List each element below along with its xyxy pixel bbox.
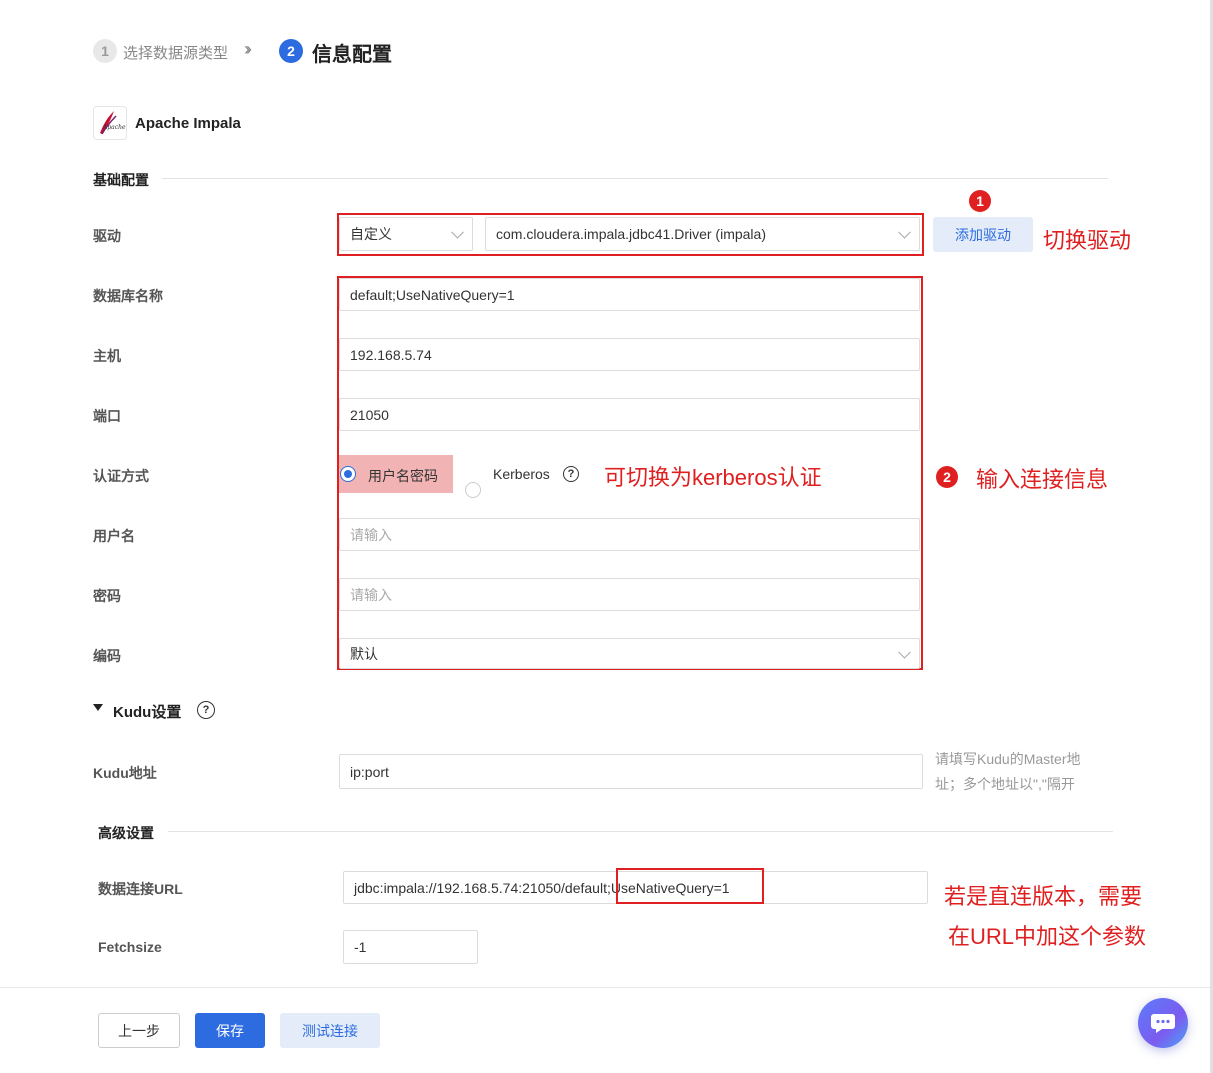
host-input[interactable]: 192.168.5.74 <box>339 338 920 371</box>
auth-method-label: 认证方式 <box>93 468 149 484</box>
fetchsize-value: -1 <box>354 939 367 955</box>
chat-assistant-icon[interactable] <box>1138 998 1188 1048</box>
auth-password-radio[interactable] <box>340 466 356 482</box>
encoding-value: 默认 <box>350 645 378 662</box>
url-param-annotation-box <box>616 868 764 904</box>
username-placeholder: 请输入 <box>350 526 392 543</box>
auth-kerberos-radio[interactable] <box>465 482 481 498</box>
step-2-label: 信息配置 <box>312 44 392 66</box>
password-placeholder: 请输入 <box>350 586 392 603</box>
caret-down-icon[interactable] <box>93 704 103 711</box>
fetchsize-label: Fetchsize <box>98 939 162 955</box>
input-info-annotation: 输入连接信息 <box>976 467 1109 492</box>
svg-text:Apache: Apache <box>102 124 126 131</box>
username-label: 用户名 <box>93 528 135 544</box>
basic-config-title: 基础配置 <box>93 172 149 188</box>
test-connection-button[interactable]: 测试连接 <box>280 1013 380 1048</box>
direct-version-annotation-2: 在URL中加这个参数 <box>948 924 1147 949</box>
chevron-down-icon <box>898 645 911 659</box>
kudu-settings-title[interactable]: Kudu设置 <box>113 701 181 722</box>
add-driver-button[interactable]: 添加驱动 <box>933 217 1033 252</box>
kudu-address-hint-2: 址；多个地址以","隔开 <box>935 776 1075 792</box>
port-input[interactable]: 21050 <box>339 398 920 431</box>
auth-password-label[interactable]: 用户名密码 <box>368 466 438 486</box>
password-input[interactable]: 请输入 <box>339 578 920 611</box>
password-label: 密码 <box>93 588 121 604</box>
direct-version-annotation-1: 若是直连版本，需要 <box>944 884 1143 909</box>
host-label: 主机 <box>93 348 121 364</box>
kerberos-annotation: 可切换为kerberos认证 <box>604 465 822 490</box>
step-1-number: 1 <box>93 39 117 63</box>
connection-url-label: 数据连接URL <box>98 881 183 897</box>
advanced-settings-title: 高级设置 <box>98 825 154 841</box>
section-divider <box>168 831 1113 832</box>
annotation-badge-1: 1 <box>969 190 991 212</box>
auth-kerberos-label[interactable]: Kerberos <box>493 466 550 482</box>
apache-logo-icon: Apache <box>93 106 127 140</box>
help-icon[interactable]: ? <box>563 466 579 482</box>
step-1-label[interactable]: 选择数据源类型 <box>123 42 228 63</box>
driver-annotation-box <box>337 213 924 256</box>
chevron-right-icon: ›› <box>244 39 252 59</box>
port-value: 21050 <box>350 406 389 423</box>
kudu-address-label: Kudu地址 <box>93 765 157 781</box>
kudu-address-value: ip:port <box>350 763 389 780</box>
prev-step-button[interactable]: 上一步 <box>98 1013 180 1048</box>
encoding-select[interactable]: 默认 <box>339 638 920 669</box>
switch-driver-annotation: 切换驱动 <box>1043 228 1132 253</box>
encoding-label: 编码 <box>93 648 121 664</box>
help-icon[interactable]: ? <box>197 701 215 719</box>
host-value: 192.168.5.74 <box>350 346 432 363</box>
footer-divider <box>0 987 1210 988</box>
datasource-name: Apache Impala <box>135 115 241 132</box>
database-name-input[interactable]: default;UseNativeQuery=1 <box>339 278 920 311</box>
username-input[interactable]: 请输入 <box>339 518 920 551</box>
database-name-label: 数据库名称 <box>93 288 163 304</box>
port-label: 端口 <box>93 408 121 424</box>
fetchsize-input[interactable]: -1 <box>343 930 478 964</box>
kudu-address-hint-1: 请填写Kudu的Master地 <box>935 751 1081 767</box>
step-2-number: 2 <box>279 39 303 63</box>
section-divider <box>162 178 1108 179</box>
kudu-address-input[interactable]: ip:port <box>339 754 923 789</box>
save-button[interactable]: 保存 <box>195 1013 265 1048</box>
annotation-badge-2: 2 <box>936 466 958 488</box>
database-name-value: default;UseNativeQuery=1 <box>350 286 515 303</box>
driver-label: 驱动 <box>93 228 121 244</box>
